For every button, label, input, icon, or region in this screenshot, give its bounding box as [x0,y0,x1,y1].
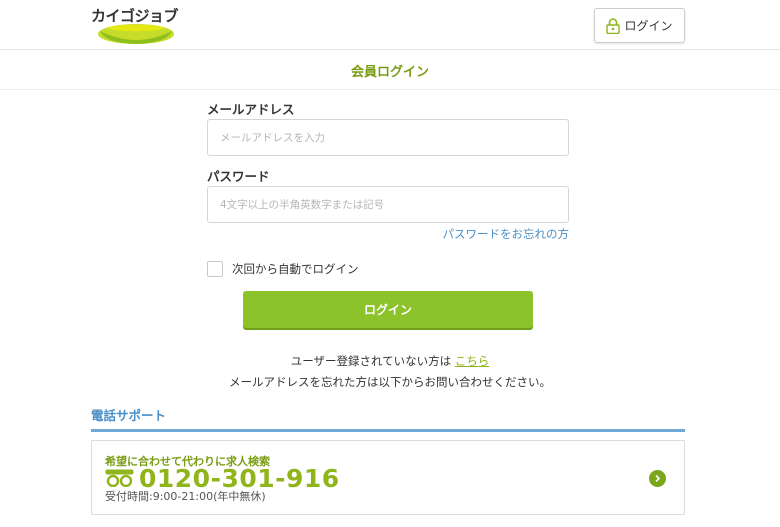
phone-support-card[interactable]: 希望に合わせて代わりに求人検索 0120-301-916 受付時間:9:00-2… [91,440,685,515]
auto-login-option[interactable]: 次回から自動でログイン [207,261,359,277]
password-input[interactable] [207,186,569,223]
page-title-bar: 会員ログイン [0,51,780,90]
email-label: メールアドレス [207,102,295,117]
site-header: カイゴジョブ ログイン [0,0,780,50]
page-title: 会員ログイン [350,64,429,80]
site-logo[interactable]: カイゴジョブ [91,5,183,45]
register-prompt-text: ユーザー登録されていない方は [290,354,452,368]
forgot-password-link[interactable]: パスワードをお忘れの方 [438,226,570,242]
header-login-label: ログイン [624,19,673,33]
header-login-button[interactable]: ログイン [594,8,685,43]
lock-icon [606,17,621,34]
logo-mark-icon [98,24,174,44]
phone-support-heading: 電話サポート [91,405,685,432]
login-submit-button[interactable]: ログイン [243,291,533,328]
auto-login-checkbox[interactable] [207,261,223,277]
register-link[interactable]: こちら [455,354,490,368]
freedial-icon [105,469,134,487]
phone-support-title: 電話サポート [91,408,167,423]
phone-hours: 受付時間:9:00-21:00(年中無休) [105,490,266,503]
chevron-right-icon[interactable] [649,470,666,487]
register-prompt: ユーザー登録されていない方は こちら [0,353,780,369]
email-input[interactable] [207,119,569,156]
login-submit-label: ログイン [363,303,412,317]
password-label: パスワード [207,169,270,184]
auto-login-label: 次回から自動でログイン [232,262,359,276]
contact-note: メールアドレスを忘れた方は以下からお問い合わせください。 [229,375,551,389]
